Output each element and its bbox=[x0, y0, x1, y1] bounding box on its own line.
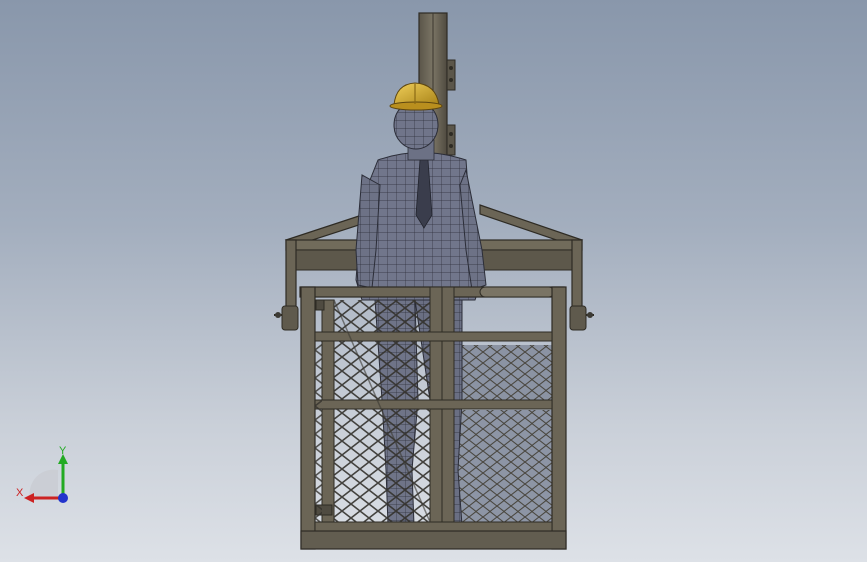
3d-model-render[interactable] bbox=[0, 0, 867, 562]
cage-back-mesh bbox=[458, 345, 553, 522]
coordinate-triad: Y X bbox=[16, 445, 68, 503]
y-axis-label: Y bbox=[59, 445, 67, 457]
graphics-viewport[interactable]: Y X bbox=[0, 0, 867, 562]
z-axis-dot-icon bbox=[58, 493, 68, 503]
x-axis-label: X bbox=[16, 487, 24, 499]
